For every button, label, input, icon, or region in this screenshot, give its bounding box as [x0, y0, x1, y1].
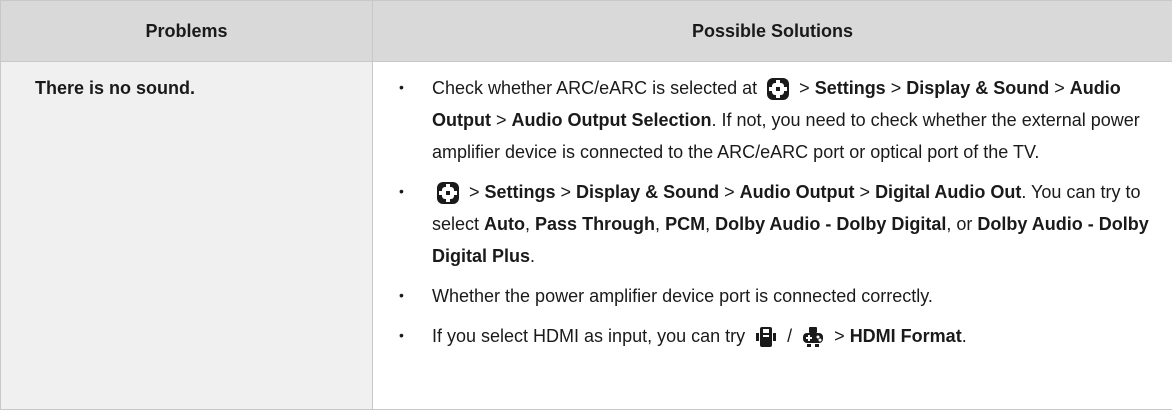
list-item: •Whether the power amplifier device port…	[389, 280, 1156, 312]
bullet: •	[399, 280, 404, 310]
problem-cell: There is no sound.	[1, 62, 373, 410]
settings-icon	[436, 181, 460, 205]
troubleshooting-table: Problems Possible Solutions There is no …	[0, 0, 1172, 410]
solutions-list: •Check whether ARC/eARC is selected at >…	[389, 72, 1156, 352]
list-item: •If you select HDMI as input, you can tr…	[389, 320, 1156, 352]
header-problems: Problems	[1, 1, 373, 62]
list-item: • > Settings > Display & Sound > Audio O…	[389, 176, 1156, 272]
input-icon	[754, 325, 778, 349]
table-header-row: Problems Possible Solutions	[1, 1, 1172, 62]
bullet: •	[399, 176, 404, 206]
bullet: •	[399, 320, 404, 350]
list-item: •Check whether ARC/eARC is selected at >…	[389, 72, 1156, 168]
table-row: There is no sound. •Check whether ARC/eA…	[1, 62, 1172, 410]
bullet: •	[399, 72, 404, 102]
header-possible-solutions: Possible Solutions	[373, 1, 1172, 62]
solutions-cell: •Check whether ARC/eARC is selected at >…	[373, 62, 1172, 410]
settings-icon	[766, 77, 790, 101]
gamepad-icon	[801, 325, 825, 349]
